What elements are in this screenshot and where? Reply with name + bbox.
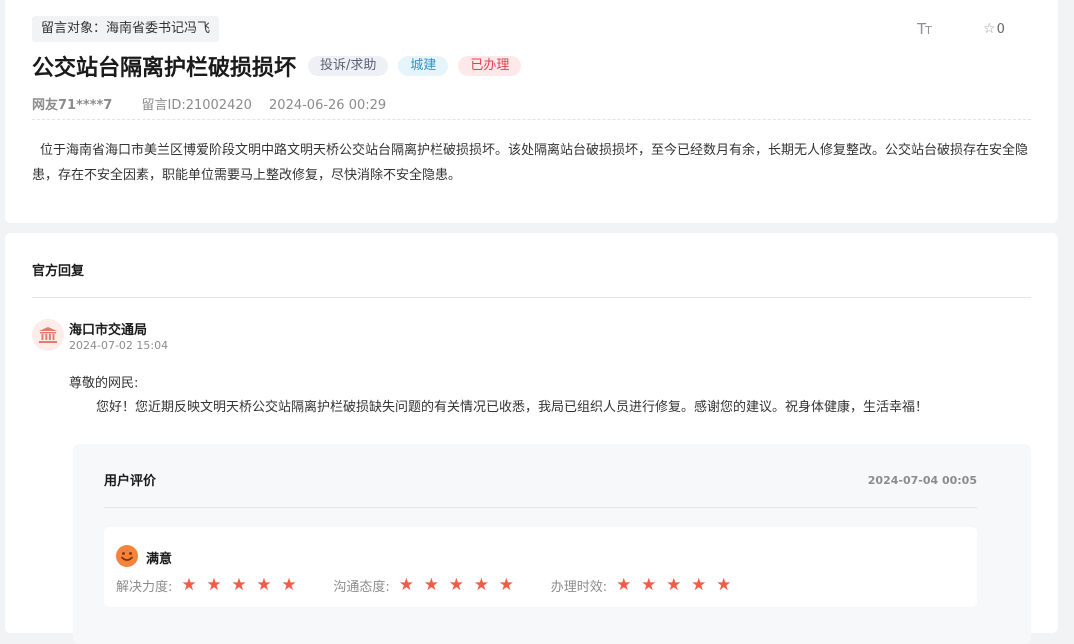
smiley-face-icon — [116, 545, 138, 567]
star-icon: ★ — [666, 575, 682, 595]
star-icon: ★ — [473, 575, 490, 595]
star-icon: ★ — [206, 575, 222, 595]
star-icon: ★ — [498, 575, 515, 595]
message-meta: 网友71****7 留言ID:21002420 2024-06-26 00:29 — [32, 94, 386, 113]
star-icon: ★ — [691, 575, 707, 595]
star-rating: ★ ★ ★ ★ ★ — [399, 575, 524, 595]
star-icon: ★ — [231, 575, 247, 595]
divider — [32, 119, 1031, 120]
type-tag: 投诉/求助 — [308, 56, 389, 76]
rating-label: 办理时效: — [550, 579, 608, 595]
category-tag: 城建 — [398, 56, 449, 76]
star-outline-icon: ☆ — [983, 21, 996, 37]
evaluation-card: 满意 解决力度: ★ ★ ★ ★ ★ 沟通态度: ★ ★ ★ ★ ★ 办理时效: ★ ★ ★ ★ ★ — [104, 527, 977, 607]
title-row: 公交站台隔离护栏破损损坏 投诉/求助 城建 已办理 — [32, 50, 531, 82]
message-content: 位于海南省海口市美兰区博爱阶段文明中路文明天桥公交站台隔离护栏破损损坏。该处隔离… — [32, 143, 1029, 183]
rating-label: 沟通态度: — [333, 579, 390, 595]
message-target: 留言对象：海南省委书记冯飞 — [32, 16, 220, 42]
status-badge: 已办理 — [458, 56, 522, 76]
star-rating: ★ ★ ★ ★ ★ — [616, 575, 741, 595]
evaluation-datetime: 2024-07-04 00:05 — [867, 474, 977, 487]
star-icon: ★ — [423, 575, 440, 595]
user-name: 网友71****7 — [32, 98, 113, 113]
message-id: 留言ID:21002420 — [141, 98, 252, 113]
favorite-button[interactable]: ☆0 — [983, 21, 1005, 37]
department-name: 海口市交通局 — [69, 323, 148, 338]
reply-datetime: 2024-07-02 15:04 — [69, 339, 169, 352]
reply-card: 官方回复 海口市交通局 2024-07-02 15:04 尊敬的网民: 您好！您… — [5, 233, 1058, 644]
evaluation-panel: 用户评价 2024-07-04 00:05 满意 解决力度: ★ ★ ★ ★ ★ 沟通态… — [73, 444, 1031, 644]
government-building-icon — [32, 319, 64, 351]
message-title: 公交站台隔离护栏破损损坏 — [32, 56, 297, 81]
star-icon: ★ — [616, 575, 632, 595]
star-icon: ★ — [641, 575, 657, 595]
star-icon: ★ — [448, 575, 465, 595]
reply-greeting: 尊敬的网民: — [69, 376, 139, 391]
satisfaction-verdict: 满意 — [146, 552, 173, 567]
favorite-count: 0 — [996, 22, 1005, 37]
divider — [104, 507, 977, 508]
reply-section-title: 官方回复 — [32, 264, 85, 279]
text-size-icon[interactable]: TT — [917, 20, 932, 38]
reply-body: 您好！您近期反映文明天桥公交站隔离护栏破损缺失问题的有关情况已收悉，我局已组织人… — [96, 400, 929, 415]
rating-communication: 沟通态度: ★ ★ ★ ★ ★ — [333, 575, 523, 595]
message-datetime: 2024-06-26 00:29 — [269, 98, 387, 113]
star-icon: ★ — [398, 575, 415, 595]
star-icon: ★ — [256, 575, 272, 595]
star-icon: ★ — [281, 575, 297, 595]
rating-label: 解决力度: — [116, 579, 173, 595]
evaluation-title: 用户评价 — [104, 474, 157, 489]
star-icon: ★ — [181, 575, 197, 595]
rating-resolution: 解决力度: ★ ★ ★ ★ ★ — [116, 575, 306, 595]
rating-timeliness: 办理时效: ★ ★ ★ ★ ★ — [551, 575, 741, 595]
divider — [32, 297, 1031, 298]
star-rating: ★ ★ ★ ★ ★ — [181, 575, 306, 595]
star-icon: ★ — [716, 575, 732, 595]
rating-list: 解决力度: ★ ★ ★ ★ ★ 沟通态度: ★ ★ ★ ★ ★ 办理时效: ★ ★ ★ ★ ★ — [116, 575, 768, 595]
message-card: 留言对象：海南省委书记冯飞 TT ☆0 公交站台隔离护栏破损损坏 投诉/求助 城… — [5, 0, 1058, 223]
